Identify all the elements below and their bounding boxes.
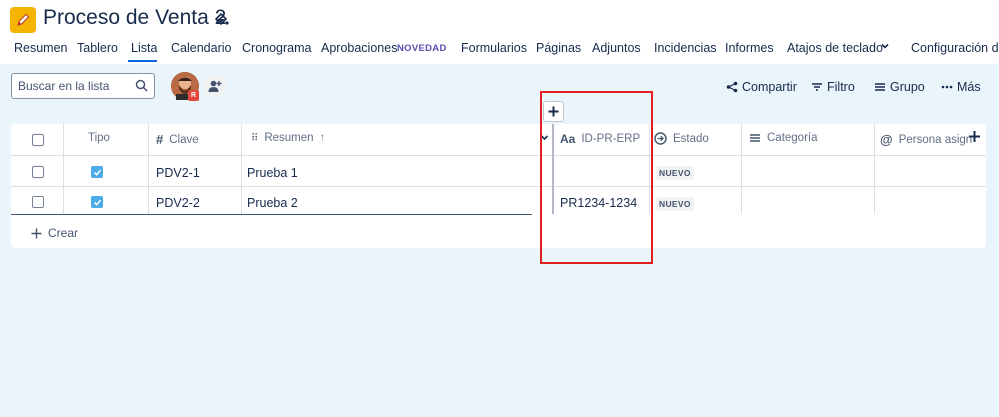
column-label: Clave (169, 133, 199, 146)
group-icon (875, 83, 885, 91)
plus-icon (31, 228, 42, 238)
add-person-icon (208, 80, 222, 92)
issue-key-link[interactable]: PDV2-2 (156, 196, 200, 210)
more-label: Más (957, 80, 981, 94)
avatar-badge: R (188, 90, 199, 101)
pencil-icon[interactable] (10, 7, 36, 33)
tab-atajos-de-teclado[interactable]: Atajos de teclado (787, 41, 883, 55)
column-label: Categoría (767, 132, 818, 144)
status-badge[interactable]: NUEVO (656, 166, 694, 180)
drag-handle-icon: ⠿ (251, 132, 259, 144)
header-divider (11, 155, 986, 156)
search-box (11, 73, 155, 99)
create-issue-button[interactable]: Crear (31, 226, 78, 240)
new-badge: NOVEDAD (397, 43, 447, 54)
tab-adjuntos[interactable]: Adjuntos (592, 41, 641, 55)
tab-informes[interactable]: Informes (725, 41, 774, 55)
tab-incidencias[interactable]: Incidencias (654, 41, 717, 55)
search-icon (135, 79, 148, 92)
column-header-type[interactable]: Tipo (88, 132, 110, 144)
search-input[interactable] (12, 74, 130, 98)
more-button[interactable]: Más (941, 78, 981, 96)
column-label: Estado (673, 132, 709, 145)
status-badge[interactable]: NUEVO (656, 197, 694, 211)
sort-arrow-up-icon: ↑ (319, 132, 326, 144)
list-icon (750, 134, 760, 142)
column-divider (741, 124, 742, 214)
add-people-button[interactable] (203, 74, 227, 98)
share-icon (726, 81, 738, 93)
column-header-summary[interactable]: ⠿ Resumen ↑ (251, 132, 325, 144)
active-tab-indicator (128, 60, 157, 62)
column-divider (63, 124, 64, 214)
column-header-status[interactable]: Estado (654, 132, 709, 145)
column-header-key[interactable]: # Clave (156, 132, 199, 147)
column-header-assignee[interactable]: @ Persona asign (880, 132, 972, 147)
issue-summary[interactable]: Prueba 1 (247, 166, 298, 180)
annotation-highlight-box (540, 91, 653, 264)
tab-configuracion[interactable]: Configuración de (911, 41, 999, 55)
row-divider-bottom (11, 214, 532, 215)
column-header-category[interactable]: Categoría (749, 132, 818, 144)
column-label: Persona asign (898, 133, 973, 146)
tab-paginas[interactable]: Páginas (536, 41, 581, 55)
tab-tablero[interactable]: Tablero (77, 41, 118, 55)
at-sign-icon: @ (880, 132, 893, 147)
more-icon (941, 85, 953, 89)
tab-lista[interactable]: Lista (131, 41, 157, 55)
issue-list-table: Tipo # Clave ⠿ Resumen ↑ Aa ID-PR-ERP Es… (11, 124, 986, 248)
share-label: Compartir (742, 80, 797, 94)
status-arrow-icon (654, 132, 667, 145)
filter-button[interactable]: Filtro (811, 78, 855, 96)
tab-aprobaciones[interactable]: Aprobaciones (321, 41, 397, 55)
column-label: Tipo (88, 132, 110, 144)
row-checkbox[interactable] (32, 196, 44, 208)
group-label: Grupo (890, 80, 925, 94)
column-divider (148, 124, 149, 214)
column-divider (241, 124, 242, 214)
column-label: Resumen (264, 132, 314, 144)
paint-bucket-icon[interactable] (212, 11, 230, 29)
project-header: Proceso de Venta 2 Resumen Tablero Lista… (0, 0, 999, 64)
tab-formularios[interactable]: Formularios (461, 41, 527, 55)
project-tabs: Resumen Tablero Lista Calendario Cronogr… (0, 39, 999, 63)
add-column-plus-icon[interactable] (968, 130, 981, 143)
select-all-checkbox[interactable] (32, 134, 44, 146)
issue-key-link[interactable]: PDV2-1 (156, 166, 200, 180)
group-button[interactable]: Grupo (874, 78, 925, 96)
share-button[interactable]: Compartir (726, 78, 797, 96)
row-checkbox[interactable] (32, 166, 44, 178)
column-divider (874, 124, 875, 214)
project-title[interactable]: Proceso de Venta 2 (43, 6, 226, 30)
hash-icon: # (156, 132, 164, 147)
row-divider (11, 186, 986, 187)
task-type-icon (91, 196, 103, 208)
chevron-down-icon[interactable] (880, 40, 890, 54)
create-label: Crear (48, 226, 79, 240)
tab-calendario[interactable]: Calendario (171, 41, 231, 55)
filter-icon (812, 83, 822, 91)
tab-cronograma[interactable]: Cronograma (242, 41, 311, 55)
filter-label: Filtro (827, 80, 855, 94)
tab-resumen[interactable]: Resumen (14, 41, 68, 55)
task-type-icon (91, 166, 103, 178)
issue-summary[interactable]: Prueba 2 (247, 196, 298, 210)
